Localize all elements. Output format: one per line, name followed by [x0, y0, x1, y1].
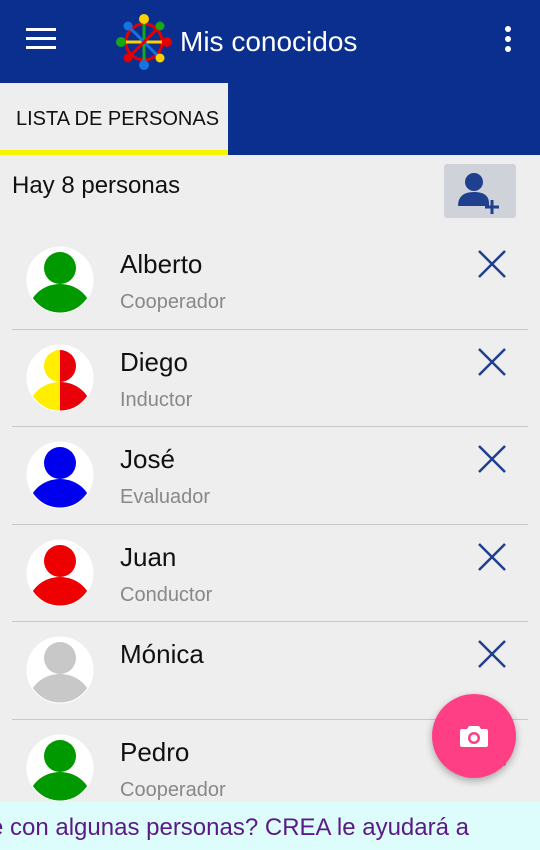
avatar: [26, 344, 94, 411]
tab-selected-indicator: [0, 150, 228, 155]
avatar: [26, 636, 94, 704]
camera-icon: [460, 726, 488, 747]
people-circle-logo: [116, 14, 172, 70]
more-vert-icon[interactable]: [496, 26, 520, 58]
person-name: Diego: [120, 346, 188, 377]
list-item[interactable]: Alberto Cooperador: [0, 232, 540, 330]
list-item[interactable]: Diego Inductor: [0, 330, 540, 427]
app-bar: Mis conocidos: [0, 0, 540, 83]
close-icon[interactable]: [474, 441, 510, 477]
camera-button[interactable]: [432, 694, 516, 778]
person-role: Evaluador: [120, 486, 211, 508]
marquee-text: e con algunas personas? CREA le ayudará …: [0, 814, 469, 841]
person-name: José: [120, 444, 175, 474]
person-name: Alberto: [120, 249, 203, 279]
add-person-button[interactable]: [444, 164, 516, 218]
person-name: Juan: [120, 541, 177, 572]
person-role: Inductor: [120, 388, 193, 411]
tab-bar: LISTA DE PERSONAS: [0, 83, 540, 155]
add-person-icon: [458, 173, 499, 214]
hamburger-menu-icon[interactable]: [26, 28, 58, 54]
tab-label: LISTA DE PERSONAS: [16, 108, 220, 130]
avatar: [26, 539, 94, 606]
people-count: Hay 8 personas: [12, 172, 181, 199]
person-role: Cooperador: [120, 778, 226, 801]
marquee-banner[interactable]: e con algunas personas? CREA le ayudará …: [0, 802, 540, 850]
tab-lista-personas[interactable]: LISTA DE PERSONAS: [0, 83, 228, 155]
avatar: [26, 441, 94, 509]
close-icon[interactable]: [474, 344, 510, 380]
avatar: [26, 734, 94, 801]
list-item[interactable]: Juan Conductor: [0, 525, 540, 622]
person-role: Conductor: [120, 583, 213, 606]
app-title: Mis conocidos: [180, 26, 358, 57]
person-name: Pedro: [120, 736, 190, 767]
list-item[interactable]: José Evaluador: [0, 427, 540, 525]
close-icon[interactable]: [474, 246, 510, 282]
close-icon[interactable]: [474, 539, 510, 575]
avatar: [26, 246, 94, 314]
person-name: Mónica: [120, 639, 204, 669]
person-role: Cooperador: [120, 291, 226, 313]
close-icon[interactable]: [474, 636, 510, 672]
